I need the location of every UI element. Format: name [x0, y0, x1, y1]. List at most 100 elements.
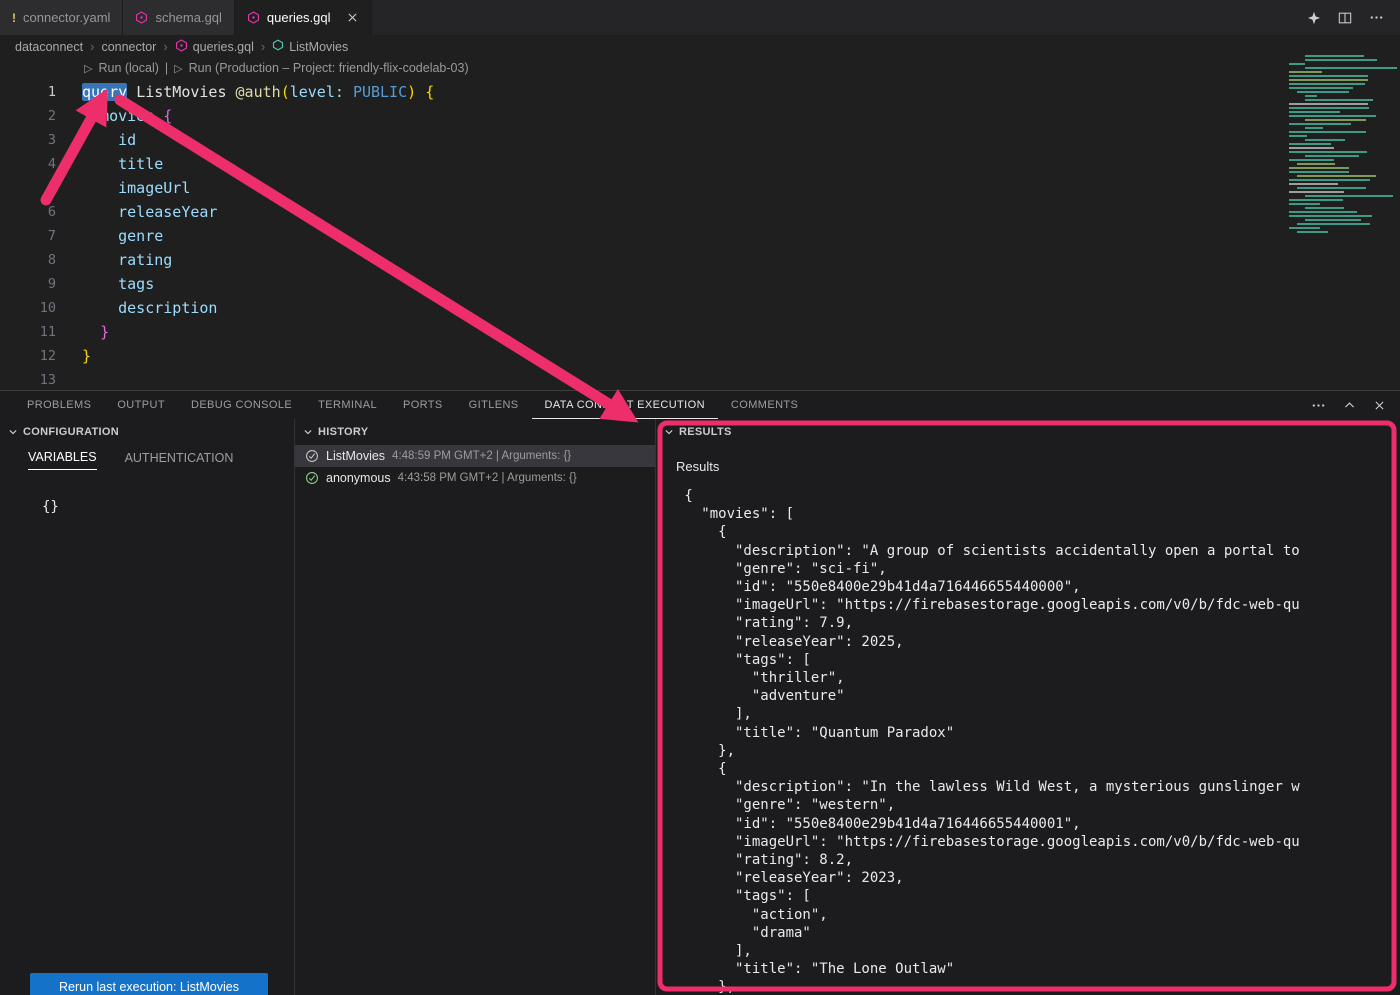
rerun-button[interactable]: Rerun last execution: ListMovies [30, 973, 268, 995]
line-number: 12 [0, 344, 56, 368]
close-icon[interactable] [1373, 399, 1386, 412]
code-editor[interactable]: 1query ListMovies @auth(level: PUBLIC) {… [0, 80, 1283, 392]
line-number: 10 [0, 296, 56, 320]
tab-label: queries.gql [267, 10, 331, 25]
results-pane: RESULTS Results { "movies": [ { "descrip… [656, 419, 1400, 995]
minimap[interactable] [1283, 55, 1398, 239]
configuration-tabs: VARIABLES AUTHENTICATION [0, 445, 294, 475]
configuration-pane: CONFIGURATION VARIABLESAUTHENTICATION {}… [0, 419, 295, 995]
code-text: tags [82, 272, 154, 296]
line-number: 3 [0, 128, 56, 152]
code-text: rating [82, 248, 172, 272]
breadcrumb-item-connector[interactable]: connector [101, 40, 156, 54]
code-line: 10 description [0, 296, 1283, 320]
panel-tab-problems[interactable]: PROBLEMS [14, 391, 104, 419]
code-line: 13 [0, 368, 1283, 392]
run-local-link[interactable]: Run (local) [98, 61, 158, 75]
check-circle-icon [305, 449, 319, 463]
sparkle-icon[interactable] [1307, 11, 1321, 25]
chevron-down-icon [664, 427, 674, 437]
history-row-ListMovies[interactable]: ListMovies 4:48:59 PM GMT+2 | Arguments: … [295, 445, 655, 467]
results-json: { "movies": [ { "description": "A group … [676, 487, 1400, 995]
line-number: 2 [0, 104, 56, 128]
config-tab-variables[interactable]: VARIABLES [28, 450, 97, 470]
history-list: ListMovies 4:48:59 PM GMT+2 | Arguments: … [295, 445, 655, 489]
breadcrumb-label: connector [101, 40, 156, 54]
editor-tab-schema-gql[interactable]: schema.gql [123, 0, 234, 35]
history-meta: 4:48:59 PM GMT+2 | Arguments: {} [392, 450, 571, 462]
line-number: 6 [0, 200, 56, 224]
editor-tab-bar: !connector.yamlschema.gql queries.gql [0, 0, 1400, 35]
breadcrumb-item-queries-gql[interactable]: queries.gql [175, 39, 254, 55]
editor-actions [1307, 0, 1400, 35]
panel-tab-terminal[interactable]: TERMINAL [305, 391, 390, 419]
line-number: 13 [0, 368, 56, 392]
line-number: 8 [0, 248, 56, 272]
breadcrumb-label: ListMovies [289, 40, 348, 54]
configuration-header[interactable]: CONFIGURATION [0, 419, 294, 445]
code-line: 4 title [0, 152, 1283, 176]
panel-tabs: PROBLEMSOUTPUTDEBUG CONSOLETERMINALPORTS… [14, 391, 811, 419]
results-title: RESULTS [679, 426, 732, 438]
history-meta: 4:43:58 PM GMT+2 | Arguments: {} [398, 472, 577, 484]
code-text: query ListMovies @auth(level: PUBLIC) { [82, 80, 434, 104]
code-line: 12} [0, 344, 1283, 368]
code-line: 9 tags [0, 272, 1283, 296]
code-line: 8 rating [0, 248, 1283, 272]
history-row-anonymous[interactable]: anonymous 4:43:58 PM GMT+2 | Arguments: {… [295, 467, 655, 489]
line-number: 11 [0, 320, 56, 344]
code-line: 7 genre [0, 224, 1283, 248]
history-header[interactable]: HISTORY [295, 419, 655, 445]
vscode-window: !connector.yamlschema.gql queries.gql dat… [0, 0, 1400, 995]
chevron-down-icon [8, 427, 18, 437]
breadcrumb-label: dataconnect [15, 40, 83, 54]
breadcrumb-label: queries.gql [193, 40, 254, 54]
run-production-link[interactable]: Run (Production – Project: friendly-flix… [189, 61, 469, 75]
panel-actions [1311, 391, 1400, 419]
run-icon: ▷ [84, 62, 92, 75]
history-pane: HISTORY ListMovies 4:48:59 PM GMT+2 | Arg… [295, 419, 656, 995]
code-text: movies { [82, 104, 172, 128]
breadcrumb-separator: › [163, 39, 167, 54]
editor-tab-queries-gql[interactable]: queries.gql [235, 0, 372, 35]
panel-tab-comments[interactable]: COMMENTS [718, 391, 811, 419]
chevron-down-icon [303, 427, 313, 437]
history-name: anonymous [326, 471, 391, 485]
symbol-operation-icon [272, 39, 284, 54]
editor-tab-connector-yaml[interactable]: !connector.yaml [0, 0, 123, 35]
yaml-file-icon: ! [12, 11, 16, 25]
breadcrumb-separator: › [261, 39, 265, 54]
code-line: 1query ListMovies @auth(level: PUBLIC) { [0, 80, 1283, 104]
code-line: 2 movies { [0, 104, 1283, 128]
chevron-up-icon[interactable] [1343, 399, 1356, 412]
check-circle-icon [305, 471, 319, 485]
code-text: imageUrl [82, 176, 190, 200]
run-icon: ▷ [174, 62, 182, 75]
panel-tab-output[interactable]: OUTPUT [104, 391, 178, 419]
more-actions-icon[interactable] [1369, 10, 1384, 25]
panel-tab-gitlens[interactable]: GITLENS [456, 391, 532, 419]
results-header[interactable]: RESULTS [656, 419, 1400, 445]
editor-tabs: !connector.yamlschema.gql queries.gql [0, 0, 372, 35]
panel-tab-data-connect-execution[interactable]: DATA CONNECT EXECUTION [532, 391, 718, 419]
code-line: 3 id [0, 128, 1283, 152]
panel-tab-bar: PROBLEMSOUTPUTDEBUG CONSOLETERMINALPORTS… [0, 391, 1400, 419]
more-actions-icon[interactable] [1311, 398, 1326, 413]
history-name: ListMovies [326, 449, 385, 463]
breadcrumb-item-ListMovies[interactable]: ListMovies [272, 39, 348, 54]
panel-tab-ports[interactable]: PORTS [390, 391, 456, 419]
config-tab-authentication[interactable]: AUTHENTICATION [125, 451, 234, 470]
configuration-title: CONFIGURATION [23, 426, 119, 438]
code-text: id [82, 128, 136, 152]
code-text: title [82, 152, 163, 176]
code-line: 5 imageUrl [0, 176, 1283, 200]
breadcrumb-separator: › [90, 39, 94, 54]
close-tab-icon[interactable] [346, 11, 359, 24]
panel-tab-debug-console[interactable]: DEBUG CONSOLE [178, 391, 305, 419]
code-text: releaseYear [82, 200, 217, 224]
split-editor-icon[interactable] [1338, 11, 1352, 25]
breadcrumb-item-dataconnect[interactable]: dataconnect [15, 40, 83, 54]
code-text: } [82, 320, 109, 344]
breadcrumb: dataconnect › connector › queries.gql › ListMo… [0, 35, 1400, 58]
line-number: 5 [0, 176, 56, 200]
